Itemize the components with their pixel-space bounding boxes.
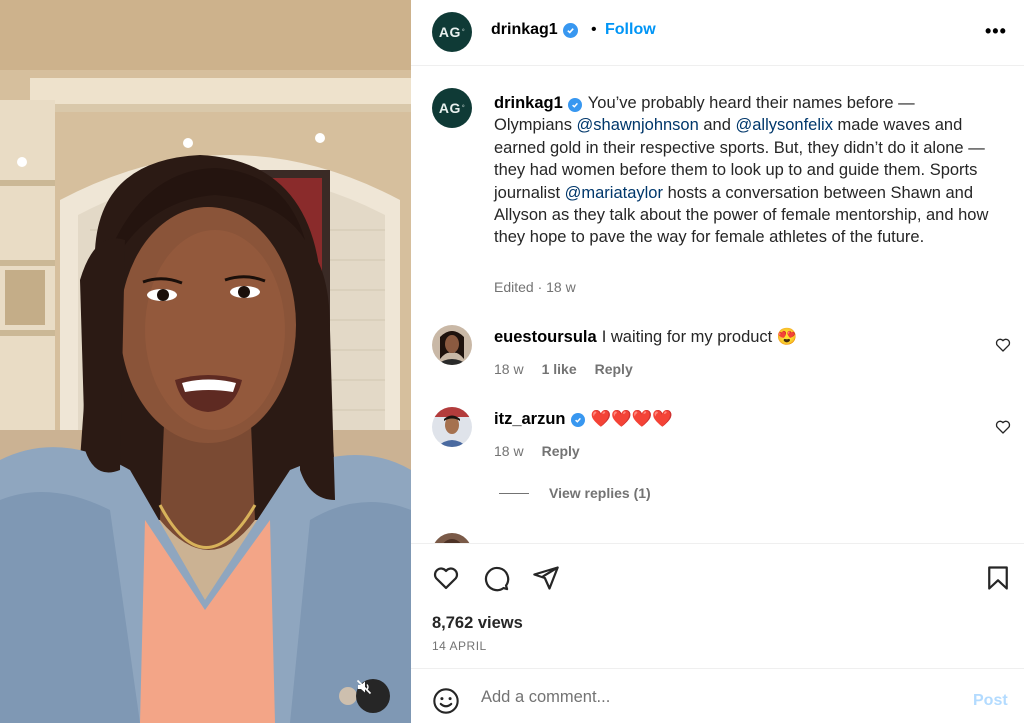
comment-text: euestoursula I waiting for my product 😍 bbox=[494, 328, 797, 347]
comment-text: itz_arzun ❤️❤️❤️❤️ bbox=[494, 410, 673, 429]
comment-body: ❤️❤️❤️❤️ bbox=[590, 410, 673, 428]
verified-badge-icon bbox=[567, 98, 582, 112]
comment-username[interactable]: itz_arzun bbox=[494, 410, 566, 429]
paper-plane-icon[interactable] bbox=[532, 564, 560, 592]
views-count[interactable]: 8,762 views bbox=[432, 614, 523, 633]
post-actions: 8,762 views 14 APRIL bbox=[411, 543, 1024, 668]
reply-button[interactable]: Reply bbox=[542, 443, 580, 459]
mention-link[interactable]: @mariataylor bbox=[565, 184, 663, 202]
caption-username[interactable]: drinkag1 bbox=[494, 94, 563, 112]
reply-button[interactable]: Reply bbox=[595, 361, 633, 377]
view-replies-divider bbox=[499, 492, 529, 494]
post-comment-button[interactable]: Post bbox=[973, 692, 1008, 710]
mute-toggle-button[interactable] bbox=[356, 679, 390, 713]
video-player[interactable] bbox=[0, 0, 411, 723]
comment-body: I waiting for my product 😍 bbox=[601, 328, 798, 346]
comment-time: 18 w bbox=[494, 361, 524, 377]
mention-link[interactable]: @shawnjohnson bbox=[577, 116, 699, 134]
author-avatar[interactable]: AG ° bbox=[432, 12, 472, 52]
video-frame bbox=[0, 0, 411, 723]
more-options-icon[interactable]: ••• bbox=[985, 21, 1007, 42]
bookmark-icon[interactable] bbox=[984, 564, 1012, 592]
caption-author-avatar[interactable]: AG ° bbox=[432, 88, 472, 128]
avatar-text: AG bbox=[438, 100, 461, 116]
comment-icon[interactable] bbox=[482, 564, 510, 592]
commenter-avatar[interactable] bbox=[432, 533, 472, 543]
commenter-avatar[interactable] bbox=[432, 325, 472, 365]
comment-input[interactable] bbox=[481, 683, 951, 711]
author-username-link[interactable]: drinkag1 bbox=[491, 21, 578, 39]
author-username: drinkag1 bbox=[491, 21, 558, 38]
comments-section[interactable]: AG ° drinkag1 You’ve probably heard their … bbox=[411, 67, 1024, 543]
verified-badge-icon bbox=[570, 412, 585, 427]
comment-likes-link[interactable]: 1 like bbox=[542, 361, 577, 377]
speaker-muted-icon bbox=[356, 679, 372, 695]
follow-button[interactable]: Follow bbox=[605, 21, 656, 39]
mention-link[interactable]: @allysonfelix bbox=[735, 116, 832, 134]
heart-icon[interactable] bbox=[995, 337, 1011, 353]
comment-meta: 18 w 1 like Reply bbox=[494, 361, 633, 377]
comment-username[interactable]: euestoursula bbox=[494, 328, 597, 347]
post-panel: AG ° drinkag1 • Follow ••• AG ° drinkag1 Yo… bbox=[411, 0, 1024, 723]
heart-icon[interactable] bbox=[432, 564, 460, 592]
post-caption: drinkag1 You’ve probably heard their name… bbox=[494, 92, 994, 249]
comment-time: 18 w bbox=[494, 443, 524, 459]
header-separator: • bbox=[591, 21, 597, 38]
commenter-avatar[interactable] bbox=[432, 407, 472, 447]
caption-meta: Edited · 18 w bbox=[494, 279, 576, 295]
avatar-text: AG bbox=[438, 24, 461, 40]
caption-text: and bbox=[698, 116, 736, 135]
comment-meta: 18 w Reply bbox=[494, 443, 580, 459]
add-comment-bar: Post bbox=[411, 668, 1024, 723]
view-replies-label: View replies (1) bbox=[549, 485, 651, 501]
heart-icon[interactable] bbox=[995, 419, 1011, 435]
post-date: 14 APRIL bbox=[432, 639, 487, 653]
view-replies-button[interactable]: View replies (1) bbox=[499, 485, 651, 501]
verified-badge-icon bbox=[562, 22, 578, 38]
smiley-icon[interactable] bbox=[432, 687, 460, 715]
post-header: AG ° drinkag1 • Follow ••• bbox=[411, 0, 1024, 66]
